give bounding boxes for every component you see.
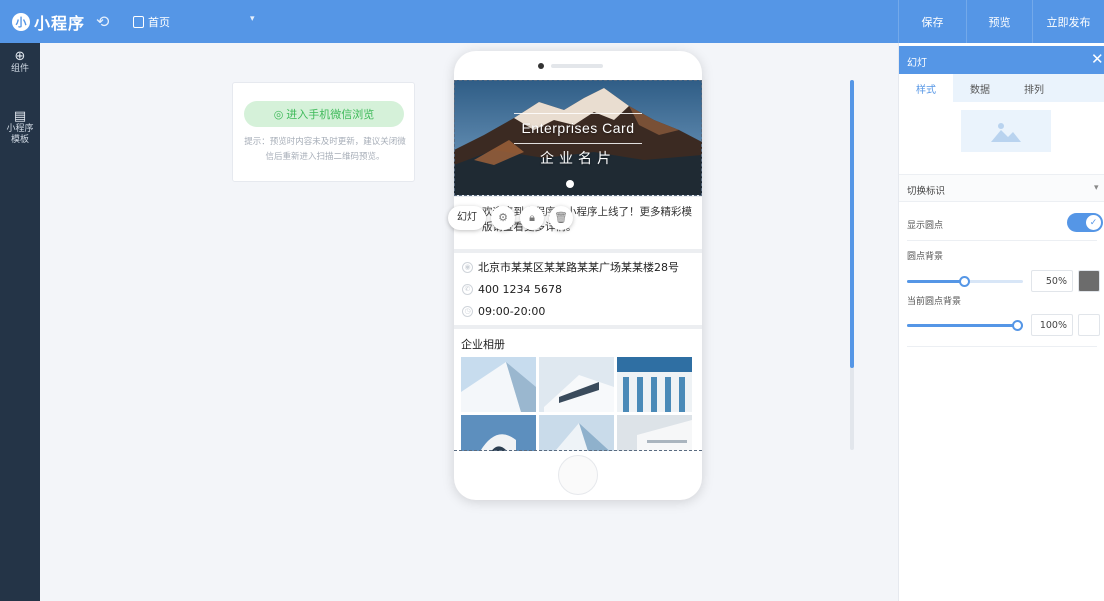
document-icon: ▤ [13,109,27,124]
contact-info-block[interactable]: ◉ 北京市某某区某某路某某广场某某楼28号 ✆ 400 1234 5678 ◷ … [454,253,702,325]
album-photo[interactable] [461,415,536,451]
page-icon [133,16,144,28]
show-dots-toggle[interactable]: ✓ [1067,213,1103,232]
hours-row: ◷ 09:00-20:00 [462,301,545,321]
tab-arrange[interactable]: 排列 [1007,74,1061,102]
save-button[interactable]: 保存 [898,0,966,43]
selection-outline [454,80,702,196]
phone-text: 400 1234 5678 [478,282,562,296]
properties-panel: 幻灯 ✕ 样式 数据 排列 切换标识 ▾ 显示圆点 ✓ 圆点背景 50% 当前圆… [898,43,1104,601]
settings-icon[interactable]: ⚙ [491,205,515,230]
close-icon[interactable]: ✕ [1091,50,1104,68]
open-in-wechat-button[interactable]: ◎ 进入手机微信浏览 [244,101,404,127]
page-selector[interactable]: 首页 [133,14,170,30]
album-block[interactable]: 企业相册 [454,329,702,451]
indicator-section-header[interactable]: 切换标识 ▾ [899,174,1104,202]
hours-text: 09:00-20:00 [478,304,546,318]
preview-card: ◎ 进入手机微信浏览 提示：预览时内容未及时更新，建议关闭微信后重新进入扫描二维… [232,82,415,182]
location-icon: ◉ [462,261,473,273]
undo-icon[interactable]: ⟲ [96,12,109,31]
panel-header: 幻灯 ✕ [899,46,1104,74]
chevron-down-icon: ▾ [1094,183,1099,193]
trash-icon[interactable]: 🗑︎ [549,205,573,230]
publish-button[interactable]: 立即发布 [1032,0,1104,43]
phone-icon: ✆ [462,283,473,295]
wechat-icon: ◎ [273,107,284,121]
divider [907,240,1097,241]
album-photo[interactable] [539,357,614,412]
chevron-down-icon[interactable]: ▾ [250,14,255,24]
clock-icon: ◷ [462,305,473,317]
current-dot-background-value[interactable]: 100% [1031,314,1073,336]
section-title: 切换标识 [907,186,946,197]
open-in-wechat-label: 进入手机微信浏览 [286,108,375,121]
plus-circle-icon: ⊕ [14,49,26,64]
phone-row: ✆ 400 1234 5678 [462,279,562,299]
home-button [558,455,598,495]
divider [907,346,1097,347]
scrollbar-thumb[interactable] [850,80,854,368]
component-name-label: 幻灯 [448,205,486,230]
address-text: 北京市某某区某某路某某广场某某楼28号 [478,261,679,274]
album-photo[interactable] [539,415,614,451]
panel-tabs: 样式 数据 排列 [899,74,1104,102]
phone-screen: Enterprises Card 企业名片 欢迎来到小程序，小程序上线了！更多精… [454,80,702,451]
dot-background-label: 圆点背景 [907,252,944,262]
sidebar-item-label: 组件 [10,64,29,74]
preview-button[interactable]: 预览 [966,0,1032,43]
selection-outline-bottom [454,450,702,451]
slider-handle[interactable] [959,276,970,287]
album-photo[interactable] [461,357,536,412]
dot-background-color-swatch[interactable] [1078,270,1100,292]
dot-background-slider[interactable] [907,276,1023,287]
image-placeholder-icon [961,110,1051,152]
sidebar-item-components[interactable]: ⊕ 组件 [0,49,40,75]
album-photo[interactable] [617,357,692,412]
album-photo[interactable] [617,415,692,451]
current-dot-background-slider[interactable] [907,320,1023,331]
lock-icon[interactable]: 🔒︎ [520,205,544,230]
slider-fill [907,280,965,283]
logo-icon: 小 [12,13,30,31]
slider-handle[interactable] [1012,320,1023,331]
panel-title: 幻灯 [907,58,927,69]
component-toolbar: 幻灯 ⚙ 🔒︎ 🗑︎ [448,205,573,230]
tab-style[interactable]: 样式 [899,74,953,102]
logo-text: 小程序 [34,14,86,33]
current-dot-background-color-swatch[interactable] [1078,314,1100,336]
sidebar-item-label: 小程序 [6,124,34,134]
app-logo[interactable]: 小 小程序 [12,9,85,35]
album-title: 企业相册 [461,338,505,351]
address-row: ◉ 北京市某某区某某路某某广场某某楼28号 [462,257,679,277]
page-selector-label: 首页 [148,16,170,29]
slider-fill [907,324,1023,327]
sidebar-item-templates[interactable]: ▤ 小程序 模板 [0,109,40,146]
camera-icon [538,63,544,69]
top-bar: 小 小程序 ⟲ 首页 ▾ 保存 预览 立即发布 [0,0,1104,43]
tab-data[interactable]: 数据 [953,74,1007,102]
preview-tip: 提示：预览时内容未及时更新，建议关闭微信后重新进入扫描二维码预览。 [244,137,406,162]
show-dots-label: 显示圆点 [907,221,944,231]
check-icon: ✓ [1086,215,1101,230]
canvas-scrollbar[interactable] [850,80,854,450]
dot-background-value[interactable]: 50% [1031,270,1073,292]
speaker [551,64,603,68]
left-sidebar: ⊕ 组件 ▤ 小程序 模板 [0,43,40,601]
sidebar-item-label-line2: 模板 [10,135,29,145]
current-dot-background-label: 当前圆点背景 [907,297,962,307]
